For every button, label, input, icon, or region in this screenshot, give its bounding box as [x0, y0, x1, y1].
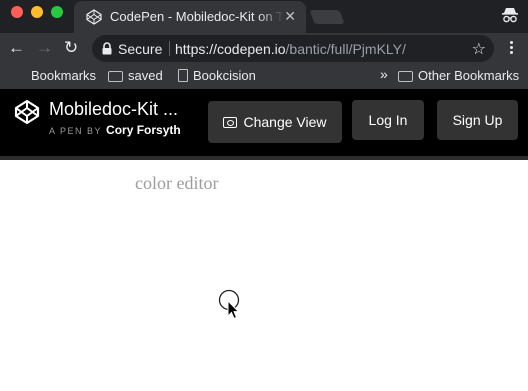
pen-byline: A PEN BY Cory Forsyth — [49, 123, 181, 137]
change-view-button[interactable]: Change View — [208, 101, 342, 143]
lock-icon — [102, 42, 112, 55]
zoom-window-button[interactable] — [51, 6, 63, 18]
bookmarks-bar: Bookmarks saved Bookcision » Other Bookm… — [0, 64, 528, 89]
url-host: https://codepen.io — [175, 41, 286, 57]
url-path: /bantic/full/PjmKLY/ — [285, 41, 406, 57]
folder-icon — [108, 71, 123, 82]
folder-icon — [398, 71, 413, 82]
address-divider — [169, 41, 170, 56]
back-arrow-icon[interactable]: ← — [8, 39, 25, 57]
bookmark-label: Bookcision — [193, 68, 256, 83]
browser-titlebar: CodePen - Mobiledoc-Kit on Text Editor ✕ — [0, 0, 528, 33]
codepen-header: Mobiledoc-Kit ... A PEN BY Cory Forsyth C… — [0, 89, 528, 156]
bookmark-label: saved — [128, 68, 163, 83]
bookmarks-overflow-icon[interactable]: » — [380, 66, 388, 82]
page-icon — [178, 69, 188, 82]
editor-title: color editor — [135, 173, 219, 193]
security-label: Secure — [118, 41, 163, 57]
reload-icon[interactable]: ↻ — [64, 39, 78, 57]
change-view-label: Change View — [243, 114, 327, 130]
bookmark-bookmarks[interactable]: Bookmarks — [31, 68, 96, 83]
codepen-favicon-icon — [86, 9, 102, 25]
close-window-button[interactable] — [11, 6, 23, 18]
pen-by-label: A PEN BY — [49, 126, 103, 136]
browser-toolbar: ← → ↻ Secure https://codepen.io/bantic/f… — [0, 33, 528, 64]
browser-menu-icon[interactable] — [504, 39, 518, 59]
codepen-logo-icon[interactable] — [14, 99, 40, 125]
pen-title[interactable]: Mobiledoc-Kit ... — [49, 99, 178, 120]
sign-up-label: Sign Up — [452, 112, 503, 128]
log-in-label: Log In — [368, 112, 408, 128]
address-bar[interactable]: Secure https://codepen.io/bantic/full/Pj… — [92, 35, 494, 62]
tab-close-icon[interactable]: ✕ — [284, 8, 296, 24]
minimize-window-button[interactable] — [31, 6, 43, 18]
sign-up-button[interactable]: Sign Up — [437, 100, 518, 140]
bookmark-star-icon[interactable]: ☆ — [472, 39, 486, 59]
pen-result-area[interactable]: color editor — [0, 160, 528, 391]
incognito-icon — [502, 8, 518, 23]
bookmark-bookcision[interactable]: Bookcision — [178, 68, 256, 83]
bookmark-folder-saved[interactable]: saved — [108, 68, 163, 83]
log-in-button[interactable]: Log In — [352, 100, 424, 140]
forward-arrow-icon[interactable]: → — [36, 39, 53, 57]
view-layout-icon — [223, 116, 238, 128]
tab-title: CodePen - Mobiledoc-Kit on Text Editor — [110, 9, 284, 24]
mouse-cursor-icon — [218, 289, 240, 320]
bookmark-label: Other Bookmarks — [418, 68, 520, 83]
browser-tab-active[interactable]: CodePen - Mobiledoc-Kit on Text Editor ✕ — [74, 1, 306, 33]
author-link[interactable]: Cory Forsyth — [106, 123, 181, 137]
bookmark-other-folder[interactable]: Other Bookmarks — [398, 68, 519, 83]
new-tab-button[interactable] — [309, 10, 345, 24]
url-text[interactable]: https://codepen.io/bantic/full/PjmKLY/ — [175, 41, 406, 57]
